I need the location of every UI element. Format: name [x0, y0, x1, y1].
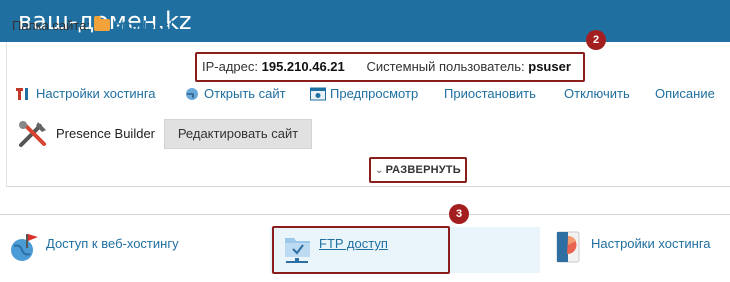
- expand-label: РАЗВЕРНУТЬ: [385, 164, 461, 176]
- disable-link[interactable]: Отключить: [564, 86, 630, 101]
- suspend-label: Приостановить: [444, 86, 536, 101]
- ip-user-info: IP-адрес: 195.210.46.21 Системный пользо…: [202, 59, 571, 74]
- ip-label: IP-адрес:: [202, 59, 258, 74]
- disable-label: Отключить: [564, 86, 630, 101]
- hosting-settings-link[interactable]: Настройки хостинга: [16, 86, 156, 101]
- web-hosting-globe-icon: [11, 234, 38, 261]
- step-badge-3: 3: [449, 204, 469, 224]
- hosting-settings-tile-icon: [556, 231, 580, 263]
- presence-builder-label: Presence Builder: [56, 126, 155, 141]
- open-site-link[interactable]: Открыть сайт: [184, 86, 286, 101]
- ftp-access-link[interactable]: FTP доступ: [319, 236, 388, 251]
- suspend-link[interactable]: Приостановить: [444, 86, 536, 101]
- expand-button[interactable]: ⌄ РАЗВЕРНУТЬ: [375, 164, 461, 176]
- edit-site-button[interactable]: Редактировать сайт: [164, 119, 312, 149]
- system-user-value: psuser: [528, 59, 571, 74]
- preview-link[interactable]: Предпросмотр: [310, 86, 418, 101]
- site-folder-row: Папка сайта: httpdocs/: [12, 16, 173, 33]
- section-divider: [0, 214, 730, 215]
- hosting-settings-label: Настройки хостинга: [36, 86, 156, 101]
- step-badge-2: 2: [586, 30, 606, 50]
- preview-icon: [310, 87, 326, 100]
- description-link[interactable]: Описание: [655, 86, 715, 101]
- open-site-label: Открыть сайт: [204, 86, 286, 101]
- system-user-label: Системный пользователь:: [366, 59, 525, 74]
- globe-icon: [186, 87, 198, 100]
- chevron-down-icon: ⌄: [375, 165, 384, 176]
- site-folder-link[interactable]: httpdocs/: [114, 18, 173, 33]
- folder-icon: [94, 16, 111, 31]
- presence-builder-icon: [19, 121, 46, 147]
- hosting-settings-tile-link[interactable]: Настройки хостинга: [591, 236, 711, 251]
- preview-label: Предпросмотр: [330, 86, 419, 101]
- ftp-folder-icon: [285, 238, 310, 263]
- presence-builder-row: Presence Builder Редактировать сайт: [16, 118, 716, 150]
- tools-icon: [16, 87, 28, 100]
- ip-value: 195.210.46.21: [261, 59, 345, 74]
- description-label: Описание: [655, 86, 715, 101]
- tools-tiles: Доступ к веб-хостингу FTP доступ Настрой…: [0, 222, 730, 282]
- web-hosting-access-link[interactable]: Доступ к веб-хостингу: [46, 236, 179, 251]
- site-folder-label: Папка сайта:: [12, 18, 91, 33]
